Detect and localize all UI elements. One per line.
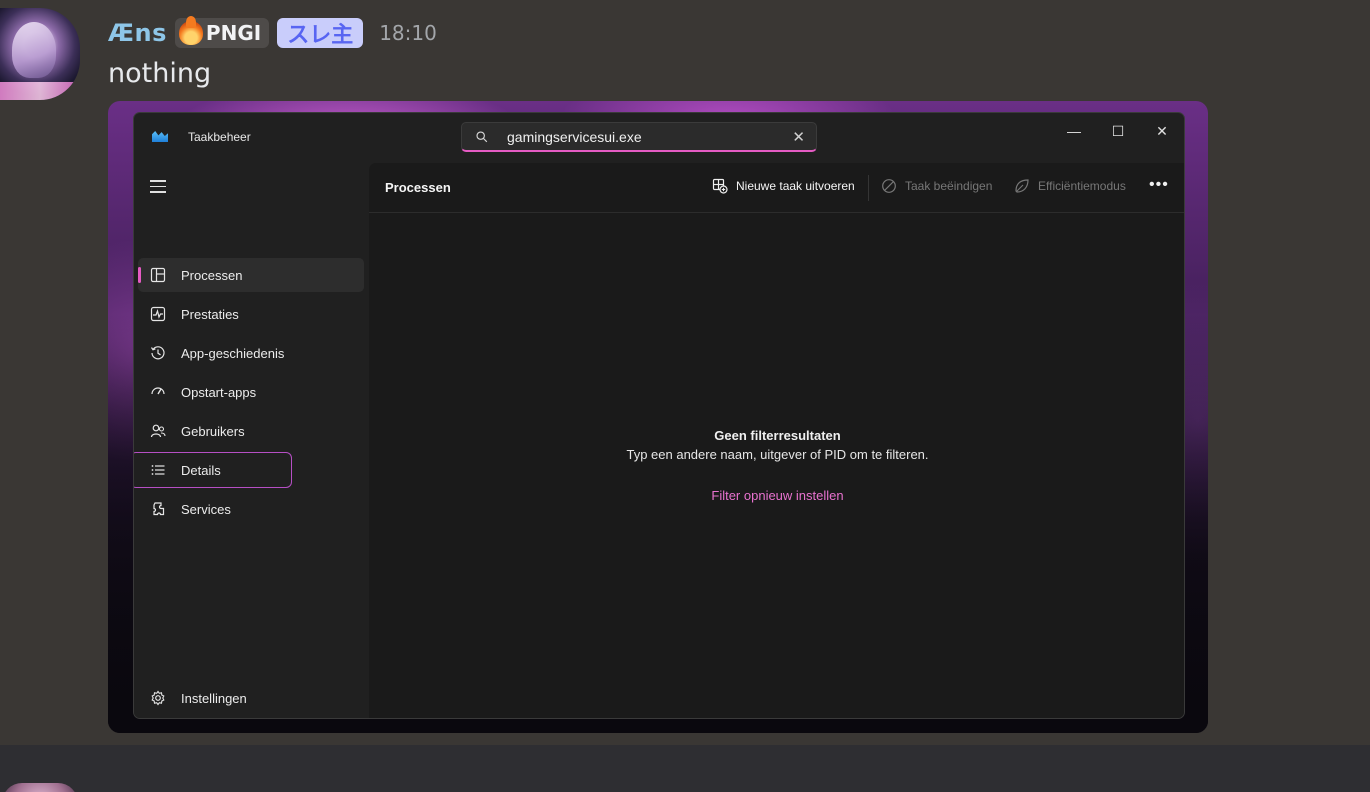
sidebar-item-gebruikers[interactable]: Gebruikers <box>138 414 364 448</box>
username[interactable]: Æns <box>108 19 167 47</box>
new-task-icon <box>712 178 728 194</box>
end-task-icon <box>882 179 896 193</box>
flame-icon <box>178 16 203 45</box>
task-manager-window: Taakbeheer gamingservicesui.exe ✕ — ☐ ✕ <box>133 112 1185 719</box>
sidebar-item-label: Prestaties <box>181 306 239 322</box>
sidebar-item-app-geschiedenis[interactable]: App-geschiedenis <box>138 336 364 370</box>
empty-state-description: Typ een andere naam, uitgever of PID om … <box>626 447 929 462</box>
user-avatar[interactable] <box>0 8 80 100</box>
image-attachment[interactable]: Taakbeheer gamingservicesui.exe ✕ — ☐ ✕ <box>108 101 1208 733</box>
sidebar-item-processen[interactable]: Processen <box>138 258 364 292</box>
processes-icon <box>150 267 166 283</box>
main-content: Processen Nieuwe taak uitvoeren Taak beë… <box>369 163 1184 718</box>
sidebar-item-prestaties[interactable]: Prestaties <box>138 297 364 331</box>
app-title: Taakbeheer <box>188 130 251 144</box>
avatar-art <box>12 22 56 78</box>
hamburger-menu-icon[interactable] <box>150 180 166 194</box>
leaf-icon <box>1015 179 1029 193</box>
message-text: nothing <box>108 58 212 89</box>
server-tag[interactable]: PNGI <box>174 16 270 48</box>
sidebar-item-label: Details <box>181 462 221 478</box>
page-title: Processen <box>385 180 451 195</box>
search-box[interactable]: gamingservicesui.exe ✕ <box>461 122 817 152</box>
command-bar: Processen Nieuwe taak uitvoeren Taak beë… <box>369 163 1184 213</box>
efficiency-mode-button[interactable]: Efficiëntiemodus <box>1014 178 1126 194</box>
sidebar-item-details[interactable]: Details <box>134 452 292 488</box>
minimize-button[interactable]: — <box>1052 117 1096 145</box>
new-task-button[interactable]: Nieuwe taak uitvoeren <box>712 178 855 194</box>
history-icon <box>150 346 165 360</box>
command-separator <box>868 175 869 201</box>
empty-state-title: Geen filterresultaten <box>714 428 841 443</box>
server-tag-label: PNGI <box>205 21 262 45</box>
efficiency-mode-label: Efficiëntiemodus <box>1038 179 1126 193</box>
sidebar-item-label: Gebruikers <box>181 423 245 439</box>
next-message <box>0 745 1370 792</box>
next-user-avatar[interactable] <box>2 783 78 792</box>
services-icon <box>153 502 165 516</box>
sidebar-item-label: App-geschiedenis <box>181 345 285 361</box>
performance-icon <box>150 306 166 322</box>
search-icon <box>476 131 488 143</box>
task-manager-icon <box>152 131 168 142</box>
end-task-button[interactable]: Taak beëindigen <box>881 178 992 194</box>
sidebar-item-label: Processen <box>181 267 243 283</box>
clear-search-icon[interactable]: ✕ <box>792 128 805 146</box>
sidebar-item-label: Services <box>181 501 231 517</box>
details-icon <box>151 465 165 475</box>
sidebar-item-label: Instellingen <box>181 690 247 706</box>
title-bar: Taakbeheer gamingservicesui.exe ✕ — ☐ ✕ <box>134 113 1184 163</box>
close-button[interactable]: ✕ <box>1140 117 1184 145</box>
reset-filter-link[interactable]: Filter opnieuw instellen <box>369 488 1184 503</box>
end-task-label: Taak beëindigen <box>905 179 993 193</box>
search-input[interactable]: gamingservicesui.exe <box>507 129 642 145</box>
new-task-label: Nieuwe taak uitvoeren <box>736 179 855 193</box>
more-options-icon[interactable]: ••• <box>1149 176 1169 194</box>
sidebar-item-services[interactable]: Services <box>138 492 364 526</box>
message-header: Æns PNGI スレ主 18:10 <box>108 16 437 50</box>
sidebar: Processen Prestaties App-geschiedenis Op… <box>134 163 369 718</box>
sidebar-item-instellingen[interactable]: Instellingen <box>138 681 364 715</box>
gear-icon <box>151 690 165 706</box>
startup-icon <box>151 387 165 395</box>
chat-message: Æns PNGI スレ主 18:10 nothing Taakbeheer ga… <box>0 0 1370 745</box>
role-badge: スレ主 <box>277 18 364 48</box>
sidebar-item-label: Opstart-apps <box>181 384 257 400</box>
message-timestamp[interactable]: 18:10 <box>379 21 437 45</box>
sidebar-item-opstart-apps[interactable]: Opstart-apps <box>138 375 364 409</box>
users-icon <box>150 424 166 438</box>
maximize-button[interactable]: ☐ <box>1096 117 1140 145</box>
